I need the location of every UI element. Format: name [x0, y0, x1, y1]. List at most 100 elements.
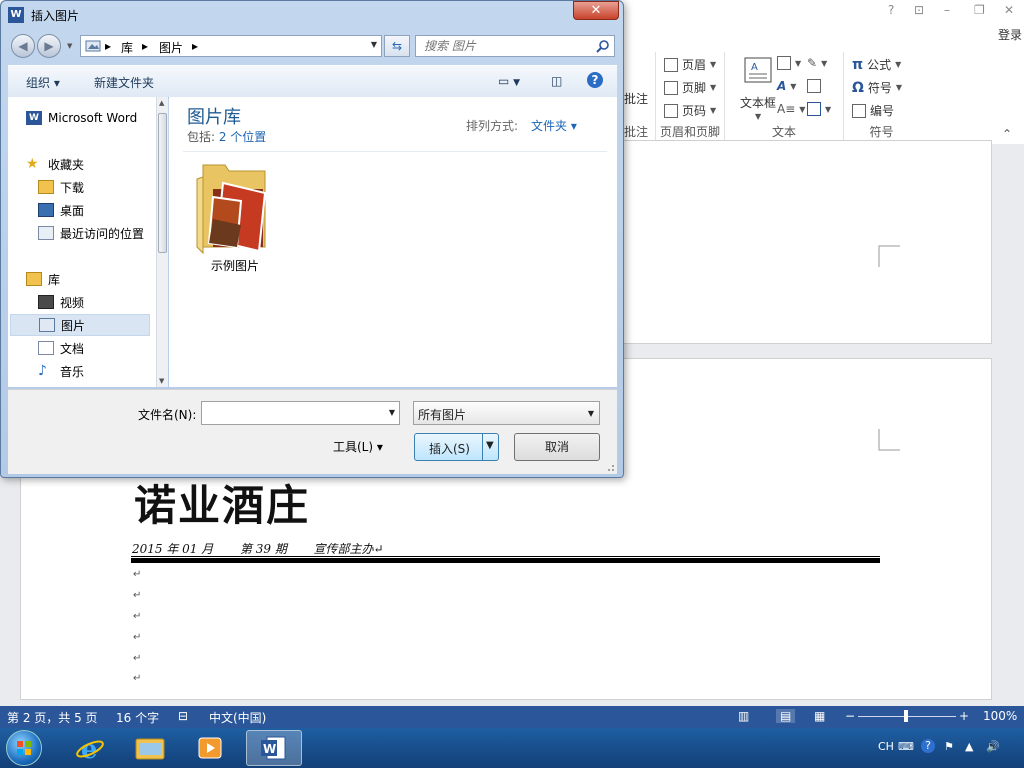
- scroll-down-icon[interactable]: ▼: [159, 377, 164, 385]
- nav-item-documents[interactable]: 文档: [38, 337, 168, 359]
- dialog-close-button[interactable]: ✕: [573, 1, 619, 20]
- volume-icon[interactable]: 🔊: [986, 740, 1000, 753]
- filename-field[interactable]: ▼: [201, 401, 400, 425]
- object-button[interactable]: ▼: [807, 102, 831, 116]
- nav-item-music[interactable]: ♪ 音乐: [38, 360, 168, 382]
- zoom-level[interactable]: 100%: [983, 709, 1017, 723]
- navigation-scrollbar[interactable]: ▲ ▼: [156, 97, 168, 387]
- back-button[interactable]: ◀: [11, 34, 35, 58]
- word-count[interactable]: 16 个字: [116, 709, 159, 726]
- numbering-button[interactable]: 编号: [852, 102, 894, 119]
- tools-dropdown[interactable]: 工具(L) ▾: [333, 438, 383, 455]
- nav-item-desktop[interactable]: 桌面: [38, 199, 168, 221]
- paragraph-mark[interactable]: ↵: [133, 569, 141, 580]
- help-button[interactable]: ?: [587, 72, 603, 88]
- restore-button[interactable]: ❐: [974, 3, 985, 17]
- help-icon[interactable]: ?: [921, 739, 935, 753]
- paragraph-mark[interactable]: ↵: [133, 590, 141, 601]
- web-layout-icon[interactable]: ▦: [814, 709, 825, 723]
- read-mode-icon[interactable]: ▥: [738, 709, 749, 723]
- scrollbar-thumb[interactable]: [158, 113, 167, 253]
- wordart-button[interactable]: A ▼: [777, 79, 796, 93]
- taskbar-file-explorer[interactable]: [122, 730, 178, 766]
- header-button[interactable]: 页眉 ▼: [664, 56, 716, 73]
- breadcrumb-separator[interactable]: ▸: [192, 39, 198, 53]
- organize-button[interactable]: 组织 ▾: [26, 74, 60, 91]
- datetime-button[interactable]: [807, 79, 821, 93]
- dropcap-button[interactable]: A≡ ▼: [777, 102, 805, 116]
- chevron-down-icon[interactable]: ▼: [486, 440, 494, 451]
- quick-parts-button[interactable]: ▼: [777, 56, 801, 70]
- comment-button[interactable]: 批注: [624, 90, 648, 107]
- chevron-down-icon[interactable]: ▼: [389, 408, 395, 417]
- breadcrumb-pictures[interactable]: 图片: [159, 39, 183, 56]
- nav-item-videos[interactable]: 视频: [38, 291, 168, 313]
- paragraph-mark[interactable]: ↵: [133, 673, 141, 684]
- nav-item-favorites[interactable]: ★ 收藏夹: [26, 153, 168, 175]
- forward-button[interactable]: ▶: [37, 34, 61, 58]
- scroll-up-icon[interactable]: ▲: [159, 99, 164, 107]
- zoom-in-button[interactable]: +: [959, 709, 969, 723]
- nav-item-libraries[interactable]: 库: [26, 268, 168, 290]
- file-type-filter[interactable]: 所有图片 ▼: [413, 401, 600, 425]
- collapse-ribbon-icon[interactable]: ⌃: [1002, 127, 1012, 141]
- pi-icon: π: [852, 56, 864, 73]
- sort-dropdown[interactable]: 文件夹 ▾: [531, 117, 577, 134]
- start-button[interactable]: [6, 730, 42, 766]
- search-box[interactable]: [415, 35, 615, 57]
- textbox-button[interactable]: A 文本框 ▼: [733, 56, 783, 121]
- refresh-button[interactable]: ⇆: [384, 35, 410, 57]
- search-input[interactable]: [416, 36, 600, 56]
- zoom-slider-thumb[interactable]: [904, 710, 908, 722]
- document-subtitle[interactable]: 2015 年 01 月 第 39 期 宣传部主办↵: [132, 540, 384, 557]
- language-indicator[interactable]: 中文(中国): [209, 709, 266, 726]
- equation-button[interactable]: π 公式 ▼: [852, 56, 901, 73]
- resize-grip-icon[interactable]: [605, 462, 615, 472]
- page-info[interactable]: 第 2 页，共 5 页: [7, 709, 98, 726]
- word-close-button[interactable]: ✕: [1004, 3, 1014, 17]
- show-hidden-icons-icon[interactable]: ▲: [965, 740, 973, 753]
- ribbon-display-options-button[interactable]: ⊡: [914, 3, 924, 17]
- chevron-down-icon[interactable]: ▼: [371, 40, 377, 49]
- zoom-out-button[interactable]: −: [845, 709, 855, 723]
- recent-locations-icon[interactable]: ▼: [67, 42, 72, 50]
- folder-item[interactable]: 示例图片: [195, 159, 275, 275]
- taskbar-internet-explorer[interactable]: e: [62, 730, 118, 766]
- print-layout-icon[interactable]: ▤: [776, 709, 796, 723]
- preview-pane-button[interactable]: ◫: [551, 74, 562, 88]
- nav-item-downloads[interactable]: 下载: [38, 176, 168, 198]
- paragraph-mark[interactable]: ↵: [133, 611, 141, 622]
- library-locations-link[interactable]: 2 个位置: [219, 130, 266, 144]
- minimize-button[interactable]: –: [944, 3, 950, 17]
- paragraph-mark[interactable]: ↵: [133, 653, 141, 664]
- symbol-button[interactable]: Ω 符号 ▼: [852, 79, 902, 96]
- nav-item-pictures[interactable]: 图片: [10, 314, 150, 336]
- action-center-icon[interactable]: ⚑: [944, 740, 954, 753]
- cancel-button[interactable]: 取消: [514, 433, 600, 461]
- proofing-icon[interactable]: ⊟: [178, 709, 188, 723]
- footer-button[interactable]: 页脚 ▼: [664, 79, 716, 96]
- taskbar-word[interactable]: W: [246, 730, 302, 766]
- document-title[interactable]: 诺业酒庄: [134, 472, 310, 533]
- login-link[interactable]: 登录: [998, 26, 1022, 43]
- dialog-footer: 文件名(N): ▼ 所有图片 ▼ 工具(L) ▾ 插入(S) ▼ 取消: [8, 389, 617, 474]
- input-language-indicator[interactable]: CH: [878, 740, 894, 753]
- change-view-button[interactable]: ▭ ▼: [498, 74, 520, 88]
- insert-button[interactable]: 插入(S) ▼: [414, 433, 499, 461]
- breadcrumb-separator[interactable]: ▸: [105, 39, 111, 53]
- keyboard-icon[interactable]: ⌨: [898, 740, 914, 753]
- nav-item-recent-places[interactable]: 最近访问的位置: [38, 222, 168, 244]
- new-folder-button[interactable]: 新建文件夹: [94, 74, 154, 91]
- address-bar[interactable]: ▸ 库 ▸ 图片 ▸ ▼: [80, 35, 382, 57]
- search-icon[interactable]: [596, 39, 610, 53]
- navigation-pane: W Microsoft Word ★ 收藏夹 下载 桌面 最近访问的位置 库 视…: [8, 97, 168, 387]
- nav-item-microsoft-word[interactable]: W Microsoft Word: [26, 107, 168, 129]
- page-number-button[interactable]: 页码 ▼: [664, 102, 716, 119]
- taskbar-media-player[interactable]: [182, 730, 238, 766]
- paragraph-mark[interactable]: ↵: [133, 632, 141, 643]
- breadcrumb-separator[interactable]: ▸: [142, 39, 148, 53]
- pictures-library-icon: [85, 40, 101, 52]
- signature-line-button[interactable]: ✎ ▼: [807, 56, 827, 70]
- help-button[interactable]: ?: [888, 3, 894, 17]
- breadcrumb-library[interactable]: 库: [121, 39, 133, 56]
